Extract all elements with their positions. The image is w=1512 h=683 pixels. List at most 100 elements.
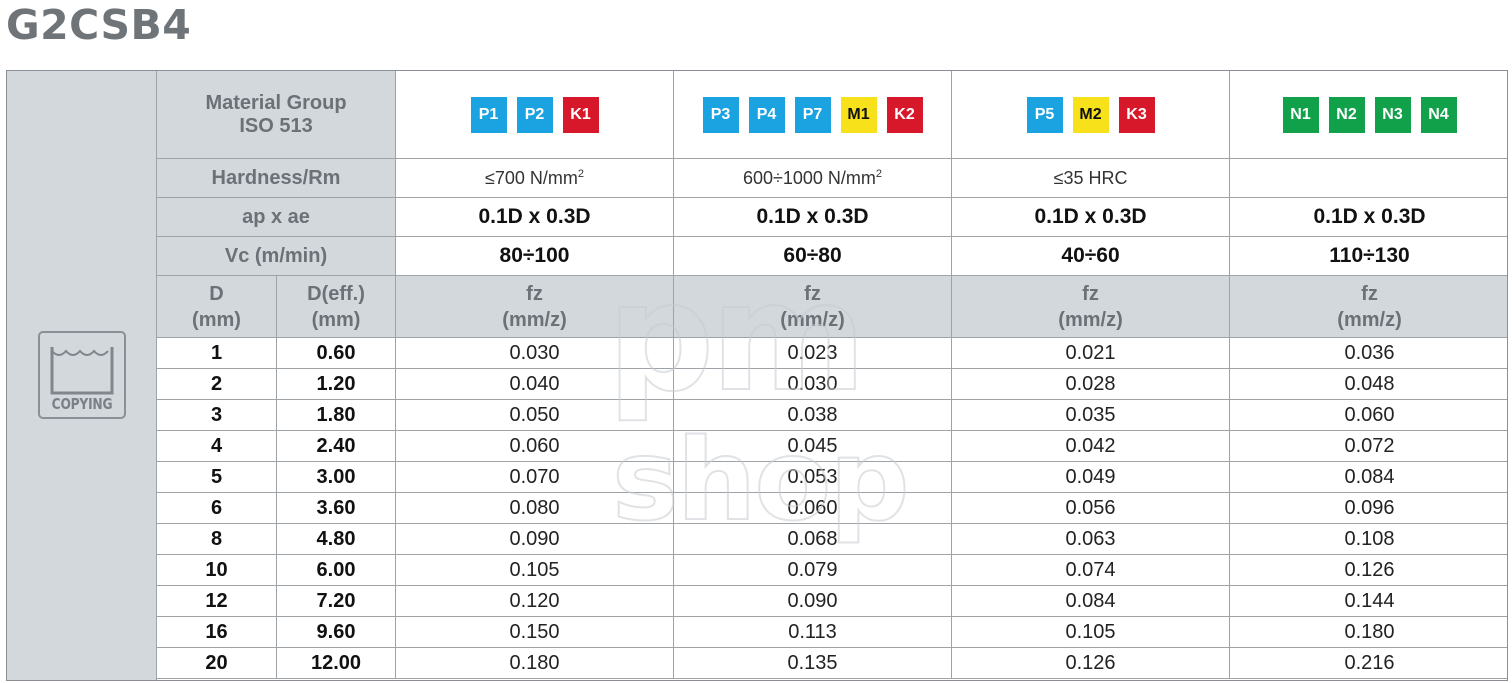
- fz-cell: 0.042: [951, 430, 1231, 462]
- fz-cell: 0.070: [395, 461, 675, 493]
- d-header-line1: D: [209, 282, 224, 305]
- apae-value: 0.1D x 0.3D: [951, 197, 1231, 237]
- fz-cell: 0.084: [951, 585, 1231, 617]
- effective-diameter-cell: 2.40: [275, 430, 397, 462]
- diameter-cell: 12: [156, 585, 277, 617]
- table-row: 6 3.60 0.080 0.060 0.056 0.096: [156, 492, 1507, 524]
- diameter-cell: 16: [156, 616, 277, 648]
- fz-cell: 0.021: [951, 337, 1231, 369]
- fz-header: fz (mm/z): [673, 275, 953, 338]
- fz-cell: 0.038: [673, 399, 953, 431]
- fz-cell: 0.180: [1229, 616, 1507, 648]
- vc-value: 80÷100: [395, 236, 675, 276]
- fz-cell: 0.126: [951, 647, 1231, 679]
- fz-cell: 0.126: [1229, 554, 1507, 586]
- fz-cell: 0.063: [951, 523, 1231, 555]
- material-badge-p4: P4: [748, 96, 785, 133]
- fz-cell: 0.108: [1229, 523, 1507, 555]
- fz-cell: 0.045: [673, 430, 953, 462]
- hardness-label: Hardness/Rm: [155, 158, 397, 198]
- copying-label: COPYING: [51, 395, 113, 413]
- hardness-value: [1229, 158, 1507, 198]
- material-group-line1: Material Group: [205, 91, 347, 114]
- fz-header-line1: fz: [1082, 282, 1099, 305]
- fz-cell: 0.072: [1229, 430, 1507, 462]
- fz-header-line2: (mm/z): [502, 308, 567, 331]
- effective-diameter-cell: 12.00: [275, 647, 397, 679]
- material-badge-n1: N1: [1282, 96, 1319, 133]
- material-badge-n3: N3: [1374, 96, 1411, 133]
- copying-badge: COPYING: [38, 331, 126, 419]
- fz-cell: 0.090: [395, 523, 675, 555]
- effective-diameter-cell: 0.60: [275, 337, 397, 369]
- fz-cell: 0.035: [951, 399, 1231, 431]
- page-title: G2CSB4: [6, 1, 192, 49]
- fz-cell: 0.040: [395, 368, 675, 400]
- fz-cell: 0.150: [395, 616, 675, 648]
- effective-diameter-cell: 9.60: [275, 616, 397, 648]
- diameter-cell: 4: [156, 430, 277, 462]
- fz-cell: 0.068: [673, 523, 953, 555]
- fz-cell: 0.135: [673, 647, 953, 679]
- fz-header-line2: (mm/z): [1337, 308, 1402, 331]
- table-row: 2 1.20 0.040 0.030 0.028 0.048: [156, 368, 1507, 400]
- table-row: 4 2.40 0.060 0.045 0.042 0.072: [156, 430, 1507, 462]
- hardness-row: Hardness/Rm ≤700 N/mm2 600÷1000 N/mm2 ≤3…: [155, 158, 1507, 198]
- table-row: 20 12.00 0.180 0.135 0.126 0.216: [156, 647, 1507, 679]
- effective-diameter-cell: 6.00: [275, 554, 397, 586]
- table-row: 10 6.00 0.105 0.079 0.074 0.126: [156, 554, 1507, 586]
- material-badge-p1: P1: [470, 96, 507, 133]
- fz-header-line2: (mm/z): [1058, 308, 1123, 331]
- diameter-cell: 1: [156, 337, 277, 369]
- fz-cell: 0.180: [395, 647, 675, 679]
- diameter-cell: 5: [156, 461, 277, 493]
- vc-label: Vc (m/min): [155, 236, 397, 276]
- hardness-value: ≤35 HRC: [951, 158, 1231, 198]
- fz-cell: 0.090: [673, 585, 953, 617]
- material-group-row: Material Group ISO 513 P1 P2 K1 P3 P4 P7 M1 K2…: [155, 71, 1507, 159]
- fz-cell: 0.023: [673, 337, 953, 369]
- fz-cell: 0.120: [395, 585, 675, 617]
- effective-diameter-cell: 3.00: [275, 461, 397, 493]
- material-badge-k3: K3: [1118, 96, 1155, 133]
- fz-cell: 0.105: [951, 616, 1231, 648]
- fz-cell: 0.060: [1229, 399, 1507, 431]
- fz-cell: 0.060: [395, 430, 675, 462]
- apae-value: 0.1D x 0.3D: [673, 197, 953, 237]
- material-badge-k2: K2: [886, 96, 923, 133]
- d-header: D (mm): [156, 275, 277, 338]
- material-badge-m2: M2: [1072, 96, 1109, 133]
- fz-cell: 0.105: [395, 554, 675, 586]
- diameter-cell: 3: [156, 399, 277, 431]
- fz-cell: 0.030: [673, 368, 953, 400]
- diameter-cell: 6: [156, 492, 277, 524]
- apae-row: ap x ae 0.1D x 0.3D 0.1D x 0.3D 0.1D x 0…: [155, 197, 1507, 237]
- vc-value: 60÷80: [673, 236, 953, 276]
- fz-cell: 0.060: [673, 492, 953, 524]
- fz-cell: 0.216: [1229, 647, 1507, 679]
- material-badge-p2: P2: [516, 96, 553, 133]
- fz-cell: 0.049: [951, 461, 1231, 493]
- fz-header-line2: (mm/z): [780, 308, 845, 331]
- diameter-cell: 8: [156, 523, 277, 555]
- fz-cell: 0.084: [1229, 461, 1507, 493]
- apae-value: 0.1D x 0.3D: [1229, 197, 1507, 237]
- copying-icon: [50, 347, 114, 395]
- badge-cell-2: P5 M2 K3: [951, 71, 1231, 159]
- table-row: 16 9.60 0.150 0.113 0.105 0.180: [156, 616, 1507, 648]
- vc-value: 110÷130: [1229, 236, 1507, 276]
- fz-cell: 0.030: [395, 337, 675, 369]
- vc-value: 40÷60: [951, 236, 1231, 276]
- fz-cell: 0.113: [673, 616, 953, 648]
- fz-cell: 0.028: [951, 368, 1231, 400]
- fz-header: fz (mm/z): [1229, 275, 1507, 338]
- material-badge-k1: K1: [562, 96, 599, 133]
- table-row: 3 1.80 0.050 0.038 0.035 0.060: [156, 399, 1507, 431]
- badge-cell-0: P1 P2 K1: [395, 71, 675, 159]
- apae-value: 0.1D x 0.3D: [395, 197, 675, 237]
- deff-header-line2: (mm): [311, 308, 361, 331]
- material-group-line2: ISO 513: [239, 114, 313, 137]
- fz-cell: 0.080: [395, 492, 675, 524]
- apae-label: ap x ae: [155, 197, 397, 237]
- hardness-value: ≤700 N/mm2: [395, 158, 675, 198]
